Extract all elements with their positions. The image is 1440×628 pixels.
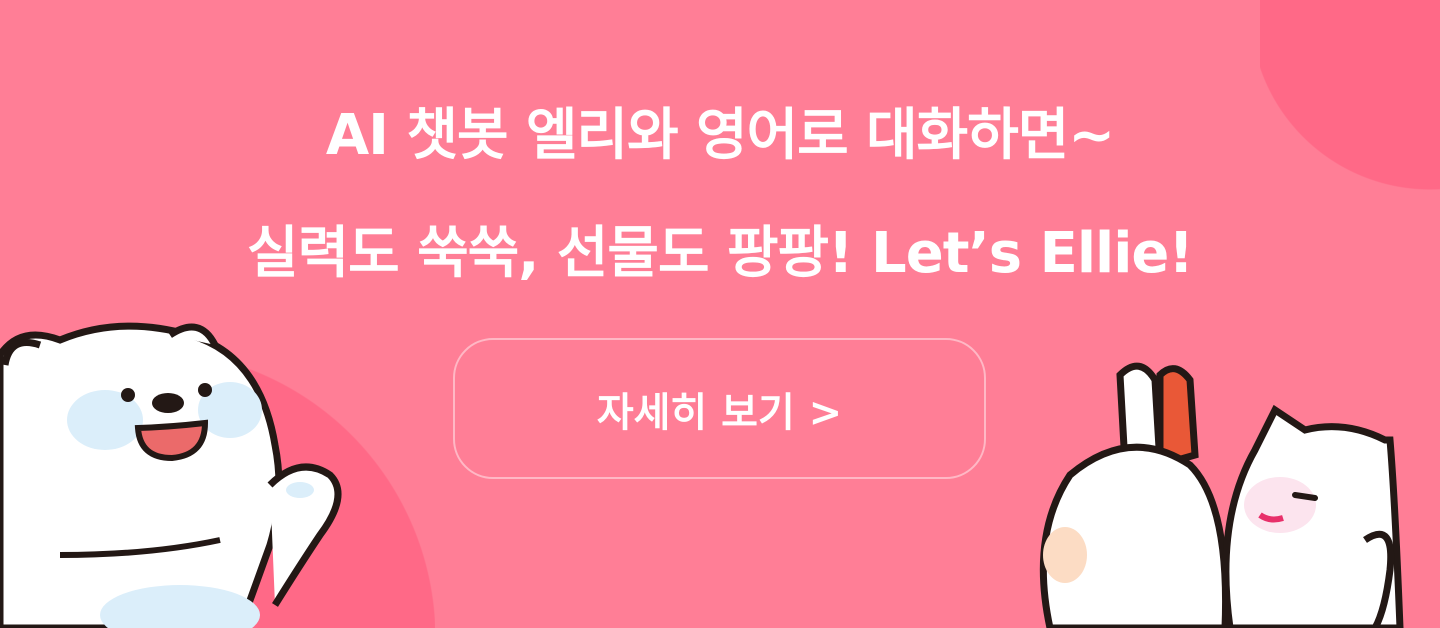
bear-character-illustration (0, 322, 342, 628)
cat-character-illustration (1222, 404, 1404, 628)
headline-line-1: AI 챗봇 엘리와 영어로 대화하면~ (325, 103, 1115, 168)
bunny-character-illustration (1039, 362, 1230, 628)
headline-line-2: 실력도 쑥쑥, 선물도 팡팡! Let’s Ellie! (247, 221, 1194, 286)
view-details-button[interactable]: 자세히 보기 > (453, 338, 986, 479)
